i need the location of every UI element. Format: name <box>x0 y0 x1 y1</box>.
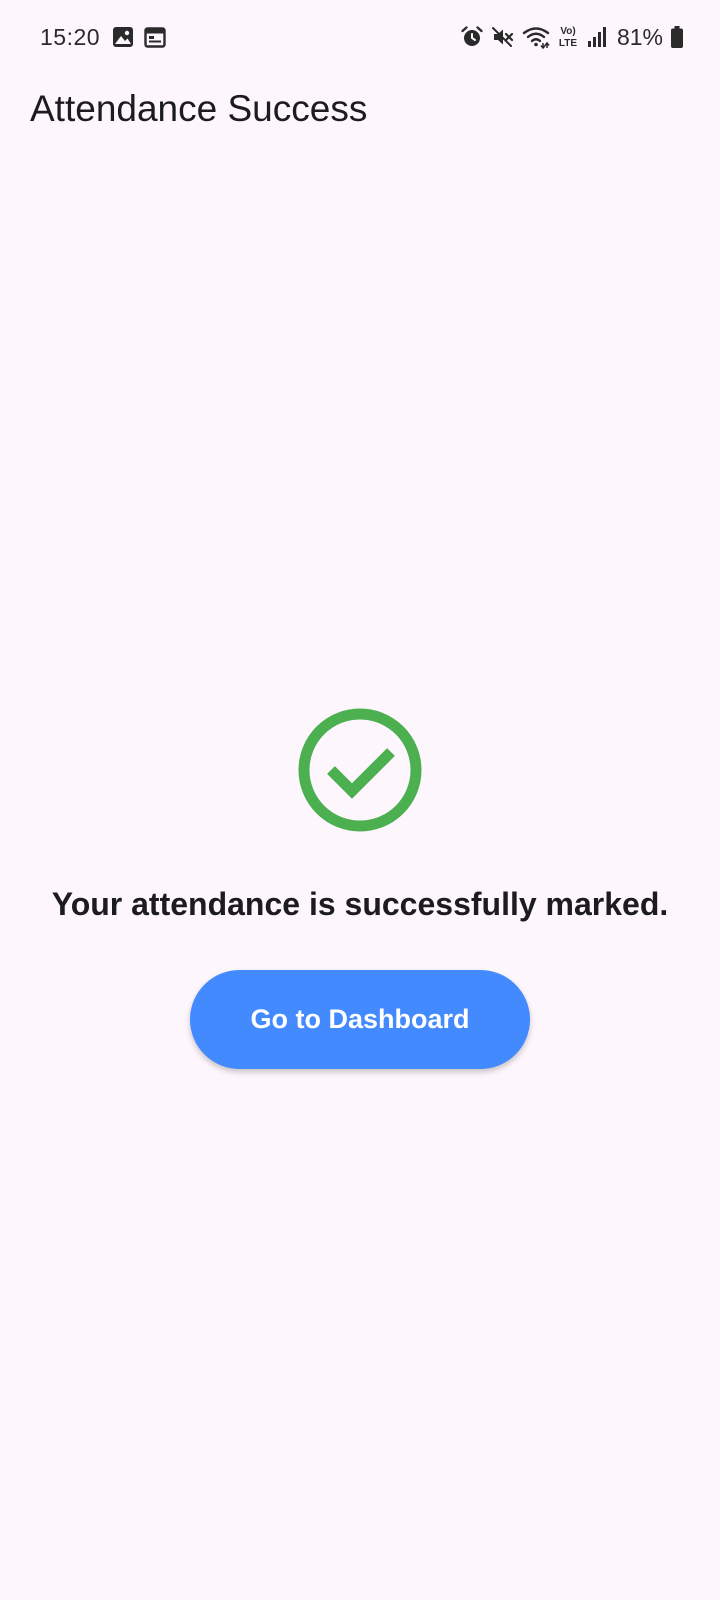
alarm-icon <box>460 25 484 49</box>
status-time: 15:20 <box>40 23 101 50</box>
status-bar-left: 15:20 <box>40 22 166 52</box>
status-bar: 15:20 Vo) LTE 81% <box>0 0 720 74</box>
check-circle-icon <box>298 708 422 832</box>
volte-label: Vo) <box>560 26 575 37</box>
calendar-icon <box>144 26 166 48</box>
app-bar: Attendance Success <box>0 74 720 150</box>
go-to-dashboard-button[interactable]: Go to Dashboard <box>190 970 530 1069</box>
battery-icon <box>670 25 684 49</box>
lte-label: LTE <box>559 38 577 49</box>
wifi-icon <box>522 25 550 49</box>
page-title: Attendance Success <box>30 88 368 129</box>
success-message: Your attendance is successfully marked. <box>51 886 669 922</box>
mute-icon <box>491 25 515 49</box>
status-bar-right: Vo) LTE 81% <box>460 22 684 52</box>
battery-percent: 81% <box>616 23 663 50</box>
signal-icon <box>586 26 608 48</box>
volte-lte-icon: Vo) LTE <box>557 24 579 50</box>
gallery-icon <box>112 26 134 48</box>
